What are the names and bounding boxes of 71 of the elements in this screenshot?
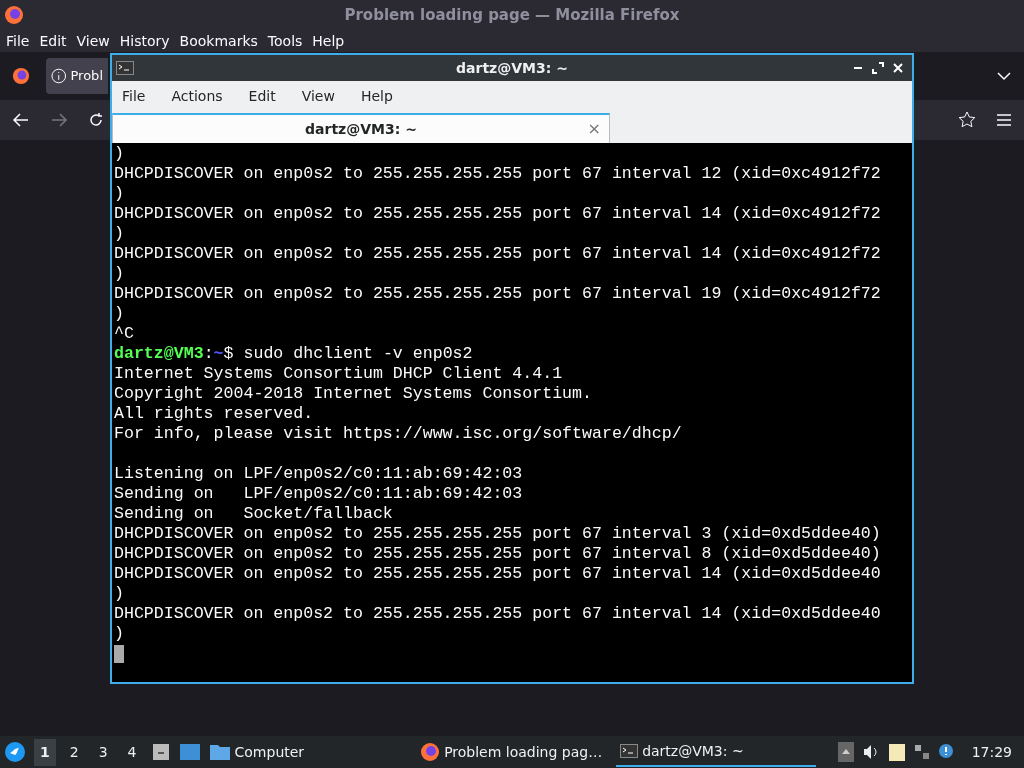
chevron-down-icon[interactable] <box>996 71 1012 81</box>
notification-icon[interactable] <box>937 743 956 761</box>
menu-icon[interactable] <box>996 113 1012 127</box>
menu-item[interactable]: Bookmarks <box>179 30 258 52</box>
back-arrow-icon[interactable] <box>12 112 30 128</box>
workspace-button[interactable]: 4 <box>121 738 143 766</box>
workspace-button[interactable]: 3 <box>92 738 114 766</box>
menu-item[interactable]: History <box>119 30 170 52</box>
terminal-line: Copyright 2004-2018 Internet Systems Consortium. <box>114 384 592 404</box>
reload-icon[interactable] <box>88 112 104 128</box>
terminal-line: DHCPDISCOVER on enp0s2 to 255.255.255.255 port 67 interval 14 (xid=0xd5ddee40 <box>114 604 881 624</box>
workspace-button[interactable]: 2 <box>63 738 85 766</box>
terminal-line: DHCPDISCOVER on enp0s2 to 255.255.255.255 port 67 interval 3 (xid=0xd5ddee40) <box>114 524 881 544</box>
file-cabinet-icon[interactable] <box>150 742 171 762</box>
firefox-icon <box>420 742 441 762</box>
terminal-line: ) <box>114 184 124 204</box>
launcher-button[interactable]: Computer <box>208 741 305 763</box>
terminal-line: DHCPDISCOVER on enp0s2 to 255.255.255.255 port 67 interval 12 (xid=0xc4912f72 <box>114 164 881 184</box>
terminal-icon <box>116 61 134 75</box>
terminal-line: For info, please visit https://www.isc.org/software/dhcp/ <box>114 424 682 444</box>
tab-close-button[interactable]: × <box>579 117 609 141</box>
terminal-line: ) <box>114 304 124 324</box>
firefox-icon <box>4 5 24 25</box>
close-icon[interactable] <box>892 62 904 74</box>
terminal-line: DHCPDISCOVER on enp0s2 to 255.255.255.255 port 67 interval 14 (xid=0xc4912f72 <box>114 204 881 224</box>
terminal-line: Internet Systems Consortium DHCP Client 4.4.1 <box>114 364 563 384</box>
terminal-line: ) <box>114 144 124 164</box>
menu-item[interactable]: Help <box>312 30 345 52</box>
task-button[interactable]: dartz@VM3: ~ <box>616 737 817 767</box>
info-icon <box>51 68 67 84</box>
menu-item[interactable]: Actions <box>171 85 223 107</box>
forward-arrow-icon[interactable] <box>50 112 68 128</box>
workspace-button[interactable]: 1 <box>34 738 56 766</box>
terminal-line: ) <box>114 224 124 244</box>
terminal-line: ) <box>114 264 124 284</box>
terminal-line: DHCPDISCOVER on enp0s2 to 255.255.255.255 port 67 interval 14 (xid=0xd5ddee40 <box>114 564 881 584</box>
terminal-line: Listening on LPF/enp0s2/c0:11:ab:69:42:03 <box>114 464 523 484</box>
menu-item[interactable]: Edit <box>248 85 276 107</box>
desktop-icon[interactable] <box>178 743 201 761</box>
browser-tab[interactable]: Probl <box>46 58 108 94</box>
terminal-line: Sending on Socket/fallback <box>114 504 393 524</box>
terminal-tab[interactable]: dartz@VM3: ~ × <box>112 113 610 143</box>
menu-item[interactable]: View <box>301 85 335 107</box>
menu-item[interactable]: Tools <box>267 30 303 52</box>
terminal-line: ) <box>114 624 124 644</box>
menu-item[interactable]: File <box>6 30 30 52</box>
terminal-line: DHCPDISCOVER on enp0s2 to 255.255.255.255 port 67 interval 14 (xid=0xc4912f72 <box>114 244 881 264</box>
menu-item[interactable]: File <box>122 85 146 107</box>
terminal-line: ) <box>114 584 124 604</box>
folder-icon <box>208 743 231 761</box>
window-title: Problem loading page — Mozilla Firefox <box>344 4 680 26</box>
clipboard-icon[interactable] <box>887 742 906 762</box>
speaker-icon[interactable] <box>861 744 880 760</box>
terminal-line: Sending on LPF/enp0s2/c0:11:ab:69:42:03 <box>114 484 523 504</box>
menu-item[interactable]: Edit <box>39 30 67 52</box>
terminal-line: All rights reserved. <box>114 404 314 424</box>
star-icon[interactable] <box>958 111 976 129</box>
terminal-line: DHCPDISCOVER on enp0s2 to 255.255.255.255 port 67 interval 8 (xid=0xd5ddee40) <box>114 544 881 564</box>
task-button[interactable]: Problem loading pag… <box>416 737 609 767</box>
window-title: dartz@VM3: ~ <box>456 58 568 78</box>
terminal-line: DHCPDISCOVER on enp0s2 to 255.255.255.255 port 67 interval 19 (xid=0xc4912f72 <box>114 284 881 304</box>
firefox-icon <box>12 67 30 85</box>
prompt-line: dartz@VM3:~$ sudo dhclient -v enp0s2 <box>114 344 473 364</box>
menu-item[interactable]: Help <box>360 85 393 107</box>
restore-icon[interactable] <box>872 62 884 74</box>
terminal-line: ^C <box>114 324 134 344</box>
tab-label: dartz@VM3: ~ <box>305 119 417 139</box>
terminal-icon <box>620 744 639 758</box>
clock: 17:29 <box>970 742 1013 762</box>
menu-item[interactable]: View <box>76 30 110 52</box>
text-cursor <box>114 645 124 663</box>
